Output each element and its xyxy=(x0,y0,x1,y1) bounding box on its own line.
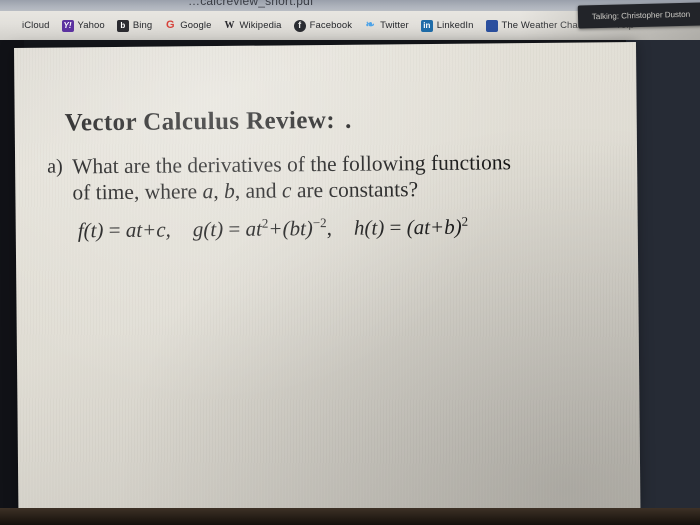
bing-icon: b xyxy=(116,19,129,32)
equation-g-equals: = xyxy=(228,216,241,241)
equation-h-lhs: h(t) xyxy=(353,215,385,240)
equation-f-equals: = xyxy=(108,217,121,243)
bookmark-label: The Weather Cha… xyxy=(501,20,588,31)
equation-g-exponent-2: −2 xyxy=(312,215,327,231)
equation-h-rhs-base: (at+b) xyxy=(406,214,462,240)
pdf-page[interactable]: Vector Calculus Review:. a) What are the… xyxy=(14,42,641,516)
desk-shadow xyxy=(0,508,700,525)
bookmark-label: Wikipedia xyxy=(239,20,282,31)
bookmark-label: Google xyxy=(180,20,212,31)
talking-notification: Talking: Christopher Duston xyxy=(577,2,700,29)
bookmark-label: LinkedIn xyxy=(436,20,474,31)
screen-photo: …calcreview_short.pdf iCloud Y! Yahoo b … xyxy=(0,0,700,525)
google-icon: G xyxy=(165,19,175,31)
bookmark-wikipedia[interactable]: W Wikipedia xyxy=(217,11,287,40)
bookmark-weather-channel[interactable]: The Weather Cha… xyxy=(480,11,594,40)
equation-g-lhs: g(t) xyxy=(192,217,224,242)
bookmark-bing[interactable]: b Bing xyxy=(111,11,158,40)
icloud-icon xyxy=(6,20,18,32)
constant-b: b xyxy=(223,178,235,203)
equation-g-rhs-mid: +(bt) xyxy=(268,216,313,241)
page-title: Vector Calculus Review:. xyxy=(65,107,352,138)
bookmark-yahoo[interactable]: Y! Yahoo xyxy=(56,11,111,40)
constant-a: a xyxy=(202,179,214,204)
question-line-2-part-a: of time, where xyxy=(72,179,203,205)
question-line-2-part-d: are constants? xyxy=(291,177,419,203)
yahoo-icon: Y! xyxy=(61,19,74,32)
equation-g-tail: , xyxy=(326,215,333,241)
bookmark-google[interactable]: G Google xyxy=(158,11,217,40)
bookmark-label: Twitter xyxy=(380,20,409,31)
pdf-content: Vector Calculus Review:. a) What are the… xyxy=(14,42,640,516)
constant-c: c xyxy=(281,178,292,203)
equation-h-exponent: 2 xyxy=(461,213,469,229)
linkedin-icon: in xyxy=(420,19,433,32)
equation-f-lhs: f(t) xyxy=(77,218,104,243)
question-line-2-part-b: , xyxy=(213,178,225,204)
question-line-1: What are the derivatives of the followin… xyxy=(72,150,512,179)
bookmark-label: Facebook xyxy=(309,20,353,31)
bookmark-label: Bing xyxy=(132,20,153,31)
weather-icon xyxy=(485,19,498,32)
window-title-text: …calcreview_short.pdf xyxy=(188,0,314,8)
question-line-2: of time, where a, b, and c are constants… xyxy=(72,177,418,206)
bookmark-linkedin[interactable]: in LinkedIn xyxy=(415,11,480,40)
page-title-text: Vector Calculus Review: xyxy=(64,106,336,137)
question-marker: a) xyxy=(47,155,63,178)
question-line-2-part-c: , and xyxy=(234,178,283,203)
equations-row: f(t) = at+c, g(t) = at 2 +(bt)−2, h(t) = (at… xyxy=(78,214,469,244)
bookmark-facebook[interactable]: f Facebook xyxy=(288,11,359,40)
page-title-trailing-mark: . xyxy=(344,106,352,134)
facebook-icon: f xyxy=(293,19,306,32)
twitter-icon: ❧ xyxy=(365,19,375,31)
equation-f-rhs: at+c, xyxy=(125,217,171,242)
equation-h-equals: = xyxy=(389,215,402,240)
bookmark-twitter[interactable]: ❧ Twitter xyxy=(358,11,415,40)
talking-notification-text: Talking: Christopher Duston xyxy=(591,9,691,22)
bookmark-label: Yahoo xyxy=(77,20,105,31)
bookmark-label: iCloud xyxy=(22,20,50,31)
equation-g-rhs-base: at xyxy=(245,216,262,241)
wikipedia-icon: W xyxy=(224,19,235,31)
bookmark-icloud[interactable]: iCloud xyxy=(0,11,56,40)
